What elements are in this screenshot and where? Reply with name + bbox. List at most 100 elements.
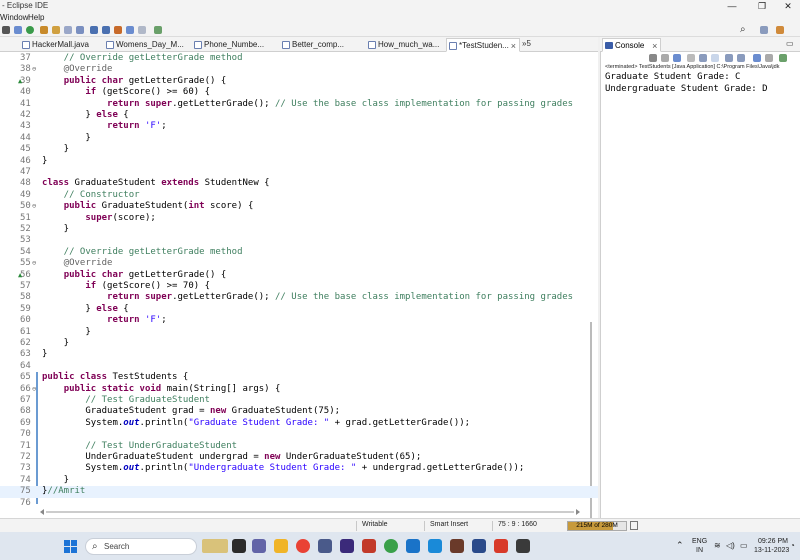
new-icon[interactable] [2, 26, 10, 34]
tab-hackermall[interactable]: HackerMall.java [20, 38, 102, 52]
remove-all-icon[interactable] [673, 54, 681, 62]
tab-womens-day[interactable]: Womens_Day_M... [104, 38, 190, 52]
app-icon[interactable] [472, 539, 486, 553]
close-tab-icon[interactable]: × [511, 39, 516, 53]
code-line[interactable]: 58 return super.getLetterGrade(); // Use… [0, 292, 598, 303]
tab-phone-number[interactable]: Phone_Numbe... [192, 38, 276, 52]
show-on-output-icon[interactable] [725, 54, 733, 62]
code-line[interactable]: 62 } [0, 338, 598, 349]
code-line[interactable]: 57 if (getScore() >= 70) { [0, 281, 598, 292]
chevron-up-icon[interactable]: ⌃ [676, 540, 684, 551]
run-icon[interactable] [26, 26, 34, 34]
code-line[interactable]: 45 } [0, 144, 598, 155]
code-line[interactable]: 68 GraduateStudent grad = new GraduateSt… [0, 406, 598, 417]
code-line[interactable]: 51 super(score); [0, 213, 598, 224]
fold-toggle-icon[interactable]: ⊖ [32, 201, 36, 212]
pin-console-icon[interactable] [753, 54, 761, 62]
code-line[interactable]: 54 // Override getLetterGrade method [0, 247, 598, 258]
code-line[interactable]: 67 // Test GraduateStudent [0, 395, 598, 406]
app-icon[interactable] [450, 539, 464, 553]
app-icon[interactable] [318, 539, 332, 553]
fold-toggle-icon[interactable]: ⊖ [32, 384, 36, 395]
code-line[interactable]: 69 System.out.println("Graduate Student … [0, 418, 598, 429]
code-line[interactable]: 64 [0, 361, 598, 372]
teams-icon[interactable] [252, 539, 266, 553]
code-line[interactable]: 39 ▲ public char getLetterGrade() { [0, 76, 598, 87]
open-console-icon[interactable] [779, 54, 787, 62]
taskbar-search[interactable]: ⌕ Search [85, 538, 197, 555]
next-annotation-icon[interactable] [90, 26, 98, 34]
app-icon[interactable] [516, 539, 530, 553]
prev-annotation-icon[interactable] [102, 26, 110, 34]
code-line[interactable]: 44 } [0, 133, 598, 144]
word-wrap-icon[interactable] [711, 54, 719, 62]
tab-how-much[interactable]: How_much_wa... [366, 38, 446, 52]
code-line[interactable]: 76 [0, 498, 598, 509]
code-line[interactable]: 75}//Amrit [0, 486, 598, 498]
chrome-icon[interactable] [296, 539, 310, 553]
code-line[interactable]: 61 } [0, 327, 598, 338]
open-type-icon[interactable] [52, 26, 60, 34]
maximize-button[interactable]: ❐ [748, 0, 776, 12]
task-view-icon[interactable] [232, 539, 246, 553]
code-line[interactable]: 43 return 'F'; [0, 121, 598, 132]
code-line[interactable]: 49 // Constructor [0, 190, 598, 201]
remove-launch-icon[interactable] [661, 54, 669, 62]
code-editor[interactable]: 37 // Override getLetterGrade method 38 ⊖ … [0, 52, 598, 518]
tab-overflow[interactable]: »5 [522, 39, 531, 48]
language-indicator[interactable]: ENG [692, 538, 707, 545]
search-tool-icon[interactable] [64, 26, 72, 34]
clock-time[interactable]: 09:26 PM [758, 538, 788, 545]
java-perspective-icon[interactable] [776, 26, 784, 34]
eclipse-icon[interactable] [340, 539, 354, 553]
edge-icon[interactable] [428, 539, 442, 553]
wifi-icon[interactable]: ≋ [714, 541, 721, 550]
override-marker-icon[interactable]: ▲ [18, 76, 22, 87]
code-line[interactable]: 70 [0, 429, 598, 440]
horizontal-scrollbar[interactable] [40, 509, 580, 515]
app-icon[interactable] [384, 539, 398, 553]
last-edit-icon[interactable] [114, 26, 122, 34]
show-on-error-icon[interactable] [737, 54, 745, 62]
code-line[interactable]: 47 [0, 167, 598, 178]
code-line[interactable]: 42 } else { [0, 110, 598, 121]
fold-toggle-icon[interactable]: ⊖ [32, 258, 36, 269]
code-line[interactable]: 41 return super.getLetterGrade(); // Use… [0, 99, 598, 110]
code-line[interactable]: 38 ⊖ @Override [0, 64, 598, 75]
app-icon[interactable] [494, 539, 508, 553]
code-line[interactable]: 37 // Override getLetterGrade method [0, 53, 598, 64]
mail-icon[interactable] [406, 539, 420, 553]
code-line[interactable]: 60 return 'F'; [0, 315, 598, 326]
code-line[interactable]: 50 ⊖ public GraduateStudent(int score) { [0, 201, 598, 212]
code-line[interactable]: 74 } [0, 475, 598, 486]
external-tools-icon[interactable] [40, 26, 48, 34]
minimize-view-icon[interactable]: ▭ [786, 39, 794, 48]
code-line[interactable]: 52 } [0, 224, 598, 235]
code-line[interactable]: 56 ▲ public char getLetterGrade() { [0, 270, 598, 281]
code-line[interactable]: 55 ⊖ @Override [0, 258, 598, 269]
tab-better-comp[interactable]: Better_comp... [280, 38, 360, 52]
code-line[interactable]: 59 } else { [0, 304, 598, 315]
pin-editor-icon[interactable] [154, 26, 162, 34]
battery-icon[interactable]: ▭ [740, 541, 748, 550]
clock-date[interactable]: 13-11-2023 [754, 547, 789, 554]
volume-icon[interactable]: ◁) [726, 541, 735, 550]
close-window-button[interactable]: ✕ [774, 0, 800, 12]
code-line[interactable]: 73 System.out.println("Undergraduate Stu… [0, 463, 598, 474]
start-button[interactable] [64, 540, 77, 553]
widget-icon[interactable] [202, 539, 228, 553]
code-line[interactable]: 71 // Test UnderGraduateStudent [0, 441, 598, 452]
app-icon[interactable] [362, 539, 376, 553]
tab-console[interactable]: Console × [602, 38, 662, 52]
notification-icon[interactable]: ◔ [790, 541, 795, 550]
code-line[interactable]: 66 ⊖ public static void main(String[] arg… [0, 384, 598, 395]
file-explorer-icon[interactable] [274, 539, 288, 553]
forward-icon[interactable] [138, 26, 146, 34]
code-line[interactable]: 65 public class TestStudents { [0, 372, 598, 383]
scroll-lock-icon[interactable] [699, 54, 707, 62]
fold-toggle-icon[interactable]: ⊖ [32, 64, 36, 75]
code-line[interactable]: 46} [0, 156, 598, 167]
code-line[interactable]: 72 UnderGraduateStudent undergrad = new … [0, 452, 598, 463]
back-icon[interactable] [126, 26, 134, 34]
menu-window[interactable]: Window [0, 12, 28, 23]
